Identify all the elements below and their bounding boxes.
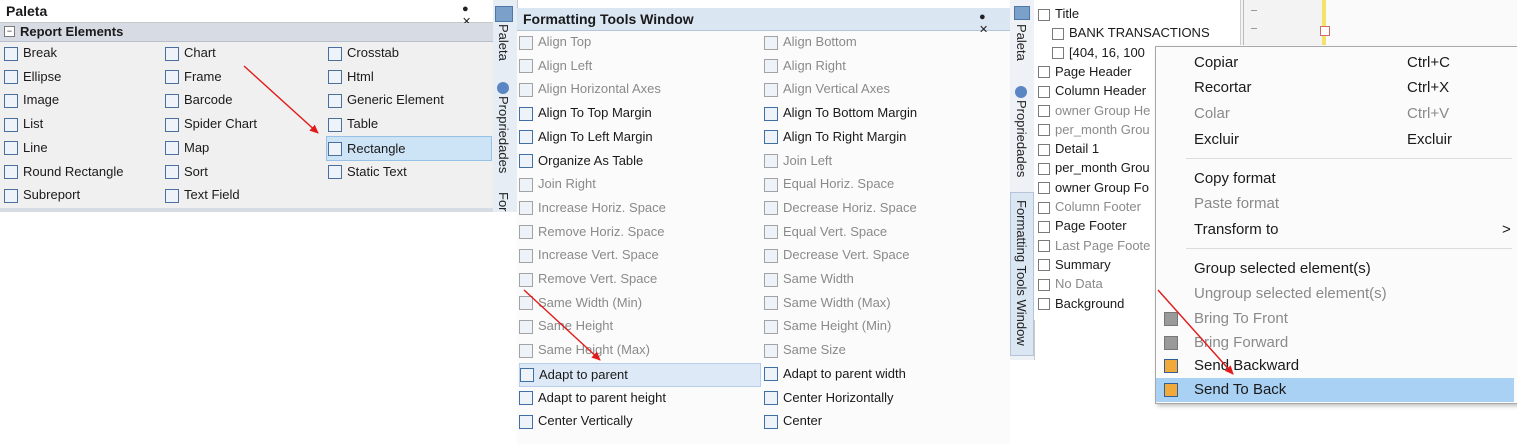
annotation-arrow	[1157, 289, 1234, 375]
annotation-arrow	[243, 65, 319, 134]
annotation-arrow	[523, 289, 601, 361]
annotation-arrows	[243, 65, 1234, 375]
